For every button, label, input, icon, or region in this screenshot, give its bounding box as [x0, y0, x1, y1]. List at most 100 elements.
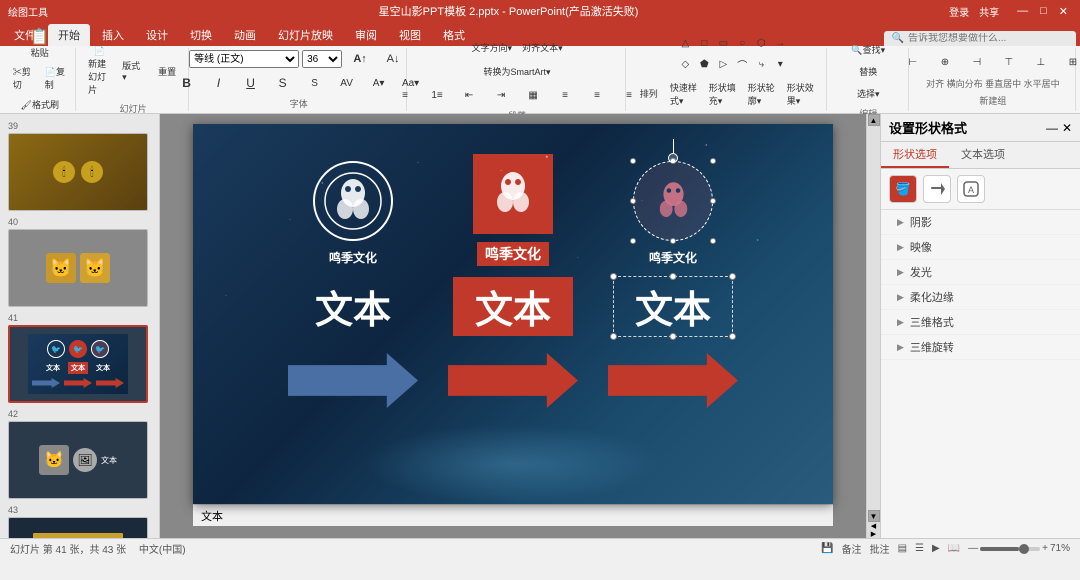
minimize-btn[interactable]: —	[1013, 5, 1032, 17]
font-name-select[interactable]: 等线 (正文)	[189, 50, 299, 68]
panel-tab-shape[interactable]: 形状选项	[881, 142, 949, 168]
layout-button[interactable]: 版式▾	[118, 57, 148, 85]
scroll-arrow-1[interactable]: ◀	[868, 522, 880, 530]
fill-icon-btn[interactable]: 🪣	[889, 175, 917, 203]
reflection-section[interactable]: ▶ 映像	[881, 235, 1080, 260]
arrange-button[interactable]: 排列	[634, 84, 664, 104]
reflection-label: 映像	[910, 239, 932, 255]
zoom-level[interactable]: 71%	[1050, 543, 1070, 554]
indent-less-btn[interactable]: ⇤	[454, 85, 484, 105]
italic-button[interactable]: I	[204, 73, 234, 93]
slide-canvas[interactable]: ★ ★ ★ ★ ★ ★ ★ ★ ★ ★	[193, 124, 833, 504]
line-icon-btn[interactable]	[923, 175, 951, 203]
tab-transitions[interactable]: 切换	[180, 24, 222, 46]
new-slide-button[interactable]: 📄 新建幻灯片	[84, 44, 114, 98]
tab-review[interactable]: 审阅	[345, 24, 387, 46]
numbered-list-btn[interactable]: 1≡	[422, 85, 452, 105]
slide-thumb-41[interactable]: 41 🐦 🐦 🐦 文本 文本 文本	[8, 313, 151, 403]
status-left: 幻灯片 第 41 张，共 43 张 中文(中国)	[10, 541, 186, 556]
cut-button[interactable]: ✂剪切	[9, 63, 39, 93]
align-middle-obj[interactable]: ⊥	[1026, 53, 1056, 73]
maximize-btn[interactable]: □	[1036, 5, 1051, 17]
reading-view-btn[interactable]: 📖	[948, 543, 960, 554]
zoom-out-btn[interactable]: —	[968, 543, 978, 554]
find-button[interactable]: 🔍查找▾	[847, 39, 889, 59]
slide-thumb-42[interactable]: 42 🐱 🖼 文本	[8, 409, 151, 499]
zoom-control: — + 71%	[968, 543, 1070, 554]
paste-button[interactable]: 📋 粘贴	[25, 28, 55, 61]
3d-rotation-section[interactable]: ▶ 三维旋转	[881, 335, 1080, 360]
char-spacing-button[interactable]: AV	[332, 73, 362, 93]
format-painter-button[interactable]: 🖌格式刷	[17, 95, 63, 115]
slide-thumb-39[interactable]: 39 🕯 🕯	[8, 121, 151, 211]
outline-view-btn[interactable]: ☰	[915, 543, 924, 554]
shape-effect-button[interactable]: 形状效果▾	[783, 79, 820, 109]
strikethrough-button[interactable]: S	[268, 73, 298, 93]
replace-button[interactable]: 替换	[853, 61, 883, 81]
list-btn[interactable]: ≡	[390, 85, 420, 105]
soft-edges-section[interactable]: ▶ 柔化边缘	[881, 285, 1080, 310]
arrange-label: 新建组	[979, 94, 1006, 107]
shape-fill-button[interactable]: 形状填充▾	[705, 79, 742, 109]
shape-outline-button[interactable]: 形状轮廓▾	[744, 79, 781, 109]
align-center-obj[interactable]: ⊕	[930, 53, 960, 73]
align-right-obj[interactable]: ⊣	[962, 53, 992, 73]
align-bottom-obj[interactable]: ⊞	[1058, 53, 1080, 73]
editor-scrollbar[interactable]: ▲ ▼ ◀ ▶	[866, 114, 880, 538]
glow-section[interactable]: ▶ 发光	[881, 260, 1080, 285]
text-3[interactable]: 文本	[613, 276, 733, 337]
col-btn[interactable]: ▦	[518, 85, 548, 105]
scroll-up-btn[interactable]: ▲	[868, 114, 880, 126]
editing-group: 🔍查找▾ 替换 选择▾ 编辑	[829, 48, 909, 111]
tab-animations[interactable]: 动画	[224, 24, 266, 46]
soft-edges-label: 柔化边缘	[910, 289, 954, 305]
decrease-font-button[interactable]: A↓	[378, 49, 408, 69]
text-direction-button[interactable]: 文字方向▾	[468, 37, 517, 57]
login-btn[interactable]: 登录	[949, 4, 969, 19]
scroll-arrow-2[interactable]: ▶	[868, 530, 880, 538]
shape-more[interactable]: ▾	[765, 55, 795, 75]
close-btn[interactable]: ✕	[1055, 5, 1072, 18]
tab-view[interactable]: 视图	[389, 24, 431, 46]
slideshow-view-btn[interactable]: ▶	[932, 543, 940, 554]
indent-more-btn[interactable]: ⇥	[486, 85, 516, 105]
effects-icon-btn[interactable]: A	[957, 175, 985, 203]
slide-editor: ★ ★ ★ ★ ★ ★ ★ ★ ★ ★	[160, 114, 866, 538]
search-input[interactable]	[908, 33, 1068, 44]
bold-button[interactable]: B	[172, 73, 202, 93]
copy-button[interactable]: 📄复制	[41, 63, 71, 93]
underline-button[interactable]: U	[236, 73, 266, 93]
zoom-in-btn[interactable]: +	[1042, 543, 1048, 554]
font-size-select[interactable]: 36	[302, 50, 342, 68]
comments-btn[interactable]: 批注	[870, 541, 890, 556]
select-button[interactable]: 选择▾	[853, 83, 884, 103]
panel-minimize-btn[interactable]: —	[1046, 121, 1058, 135]
panel-tab-text[interactable]: 文本选项	[949, 142, 1017, 168]
panel-close-btn[interactable]: ✕	[1062, 121, 1072, 135]
search-icon: 🔍	[892, 33, 904, 44]
align-left-btn[interactable]: ≡	[550, 85, 580, 105]
shape-btn-6[interactable]: →	[765, 34, 795, 54]
notes-btn[interactable]: 备注	[842, 541, 862, 556]
align-center-btn[interactable]: ≡	[582, 85, 612, 105]
slide-thumb-40[interactable]: 40 🐱 🐱	[8, 217, 151, 307]
shadow-button[interactable]: S	[300, 73, 330, 93]
increase-font-button[interactable]: A↑	[345, 49, 375, 69]
share-btn[interactable]: 共享	[979, 4, 999, 19]
slide-thumb-43[interactable]: 43	[8, 505, 151, 538]
convert-smartart-button[interactable]: 转换为SmartArt▾	[480, 61, 555, 81]
shadow-section[interactable]: ▶ 阴影	[881, 210, 1080, 235]
tab-insert[interactable]: 插入	[92, 24, 134, 46]
align-text-button[interactable]: 对齐文本▾	[518, 37, 567, 57]
quick-style-button[interactable]: 快速样式▾	[666, 79, 703, 109]
3d-format-section[interactable]: ▶ 三维格式	[881, 310, 1080, 335]
align-top-obj[interactable]: ⊤	[994, 53, 1024, 73]
zoom-slider[interactable]	[980, 547, 1040, 551]
normal-view-btn[interactable]: ▤	[898, 543, 907, 554]
tab-design[interactable]: 设计	[136, 24, 178, 46]
align-left-obj[interactable]: ⊢	[898, 53, 928, 73]
paste-icon: 📋	[30, 30, 50, 46]
scroll-down-btn[interactable]: ▼	[868, 510, 880, 522]
logo-3[interactable]: 鸣季文化	[633, 161, 713, 266]
tab-slideshow[interactable]: 幻灯片放映	[268, 24, 343, 46]
